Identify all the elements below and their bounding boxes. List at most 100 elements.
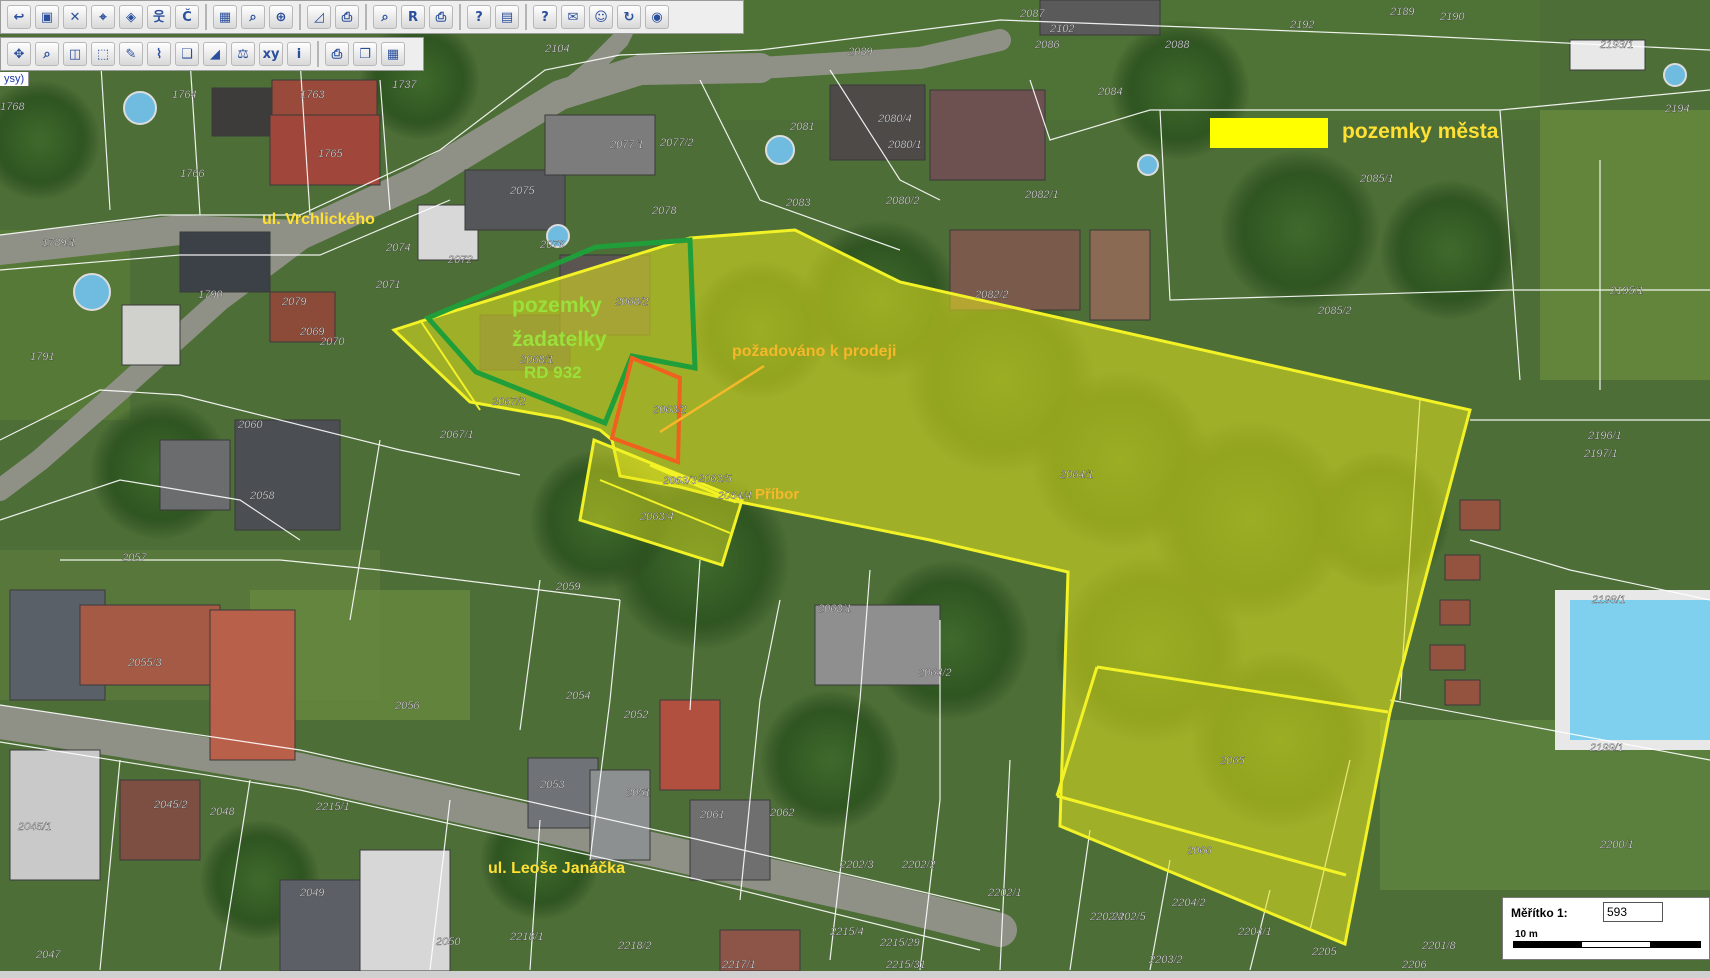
delete-map-button[interactable]: ✕: [63, 5, 87, 29]
town-label: Příbor: [755, 486, 799, 503]
parcel-number: 2215/1: [315, 801, 350, 813]
parcel-number: 2061: [699, 809, 724, 821]
copy-button[interactable]: ❐: [353, 42, 377, 66]
select-icon: ⬚: [96, 46, 110, 62]
parcel-number: 2063/2: [652, 404, 687, 416]
person-button[interactable]: 웃: [147, 5, 171, 29]
parcel-number: 2077/2: [659, 137, 694, 149]
parcel-number: 1790: [198, 289, 223, 301]
printer-button[interactable]: ⎙: [429, 5, 453, 29]
parcel-number: 2218/1: [509, 931, 544, 943]
zoom-button[interactable]: ⌕: [241, 5, 265, 29]
pencil-button[interactable]: ✎: [119, 42, 143, 66]
identify-icon: ⌖: [99, 9, 107, 25]
map-canvas[interactable]: pozemky města pozemky žadatelky RD 932 p…: [0, 0, 1710, 978]
mail-button[interactable]: ✉: [561, 5, 585, 29]
toolbar-separator: [365, 4, 367, 30]
rvo-button[interactable]: R: [401, 5, 425, 29]
parcel-number: 2215/4: [829, 926, 864, 938]
delete-map-icon: ✕: [69, 9, 81, 25]
info-button[interactable]: i: [287, 42, 311, 66]
printer-button[interactable]: ⎙: [325, 42, 349, 66]
eraser-icon: ◢: [210, 46, 220, 62]
zoom-select-button[interactable]: ◫: [63, 42, 87, 66]
scale-input[interactable]: [1603, 902, 1663, 922]
parcel-number: 2070: [319, 336, 345, 348]
back-button[interactable]: ↩: [7, 5, 31, 29]
scale-bar-label: 10 m: [1515, 929, 1538, 940]
parcel-number: 2102: [1049, 23, 1074, 35]
parcel-number: 2064/4: [717, 490, 752, 502]
parcel-number: 2074: [385, 242, 410, 254]
parcel-number: 2087: [1019, 8, 1045, 20]
report-button[interactable]: ?: [467, 5, 491, 29]
main-toolbar: ↩ ▣ ✕ ⌖ ◈ 웃 Č ▦ ⌕ ⊕ ◿ ⎙ ⌕ R ⎙? ▤? ✉ ☺ ↻ ◉: [0, 0, 744, 34]
parcel-number: 2196/1: [1587, 430, 1622, 442]
coordinates-button[interactable]: xy: [259, 42, 283, 66]
parcel-number: 2085/1: [1359, 173, 1394, 185]
parcel-info-icon: ▦: [218, 9, 232, 25]
select-button[interactable]: ⬚: [91, 42, 115, 66]
toolbar-separator: [299, 4, 301, 30]
rvo-icon: R: [407, 9, 418, 25]
zoom-plus-icon: ⊕: [275, 9, 287, 25]
parcel-number: 2080/2: [885, 195, 920, 207]
parcel-number: 2053: [539, 779, 565, 791]
parcel-number: 2192: [1289, 19, 1314, 31]
legend-button[interactable]: ▦: [381, 42, 405, 66]
parcel-number: 2083: [785, 197, 811, 209]
parcel-number: 2065: [1219, 755, 1245, 767]
globe-button[interactable]: ◉: [645, 5, 669, 29]
parcel-number: 2076: [539, 239, 565, 251]
identify-button[interactable]: ⌖: [91, 5, 115, 29]
person-icon: 웃: [153, 9, 165, 25]
printer-icon: ⎙: [435, 9, 447, 25]
edit-node-button[interactable]: ⌇: [147, 42, 171, 66]
parcel-number: 2057: [121, 552, 147, 564]
search-button[interactable]: ⌕: [373, 5, 397, 29]
parcel-number: 2086: [1034, 39, 1060, 51]
print-button[interactable]: ⎙: [335, 5, 359, 29]
parcel-number: 2060: [237, 419, 263, 431]
layer-tab[interactable]: ysy): [0, 72, 30, 86]
parcel-number: 2067/2: [491, 396, 526, 408]
parcel-number: 2062: [769, 807, 794, 819]
legend-swatch: [1210, 118, 1328, 148]
refresh-button[interactable]: ↻: [617, 5, 641, 29]
parcel-info-button[interactable]: ▦: [213, 5, 237, 29]
parcel-number: 2089: [847, 46, 872, 58]
parcel-number: 2067/1: [439, 429, 474, 441]
document-button[interactable]: ▤: [495, 5, 519, 29]
report-icon: ?: [475, 9, 483, 25]
zoom-plus-button[interactable]: ⊕: [269, 5, 293, 29]
parcel-number: 1768: [0, 101, 25, 113]
help-button[interactable]: ?: [533, 5, 557, 29]
parcel-number: 2215/29: [879, 937, 920, 949]
parcel-number: 2063/4: [639, 511, 674, 523]
street-label-janacka: ul. Leoše Janáčka: [488, 860, 625, 877]
measure-button[interactable]: ◿: [307, 5, 331, 29]
scale-button[interactable]: ⚖: [231, 42, 255, 66]
parcel-number: 2202/1: [987, 887, 1022, 899]
toolbar-separator: [317, 41, 319, 67]
parcel-number: 2064/2: [917, 667, 952, 679]
zoom-window-button[interactable]: ⌕: [35, 42, 59, 66]
printer-icon: ⎙: [331, 46, 343, 62]
parcel-number: 2068/1: [519, 354, 554, 366]
save-button[interactable]: ▣: [35, 5, 59, 29]
parcel-number: 2203/2: [1148, 954, 1183, 966]
eraser-button[interactable]: ◢: [203, 42, 227, 66]
parcel-number: 2075: [509, 185, 535, 197]
layers-button[interactable]: ❑: [175, 42, 199, 66]
cadastral-number-button[interactable]: Č: [175, 5, 199, 29]
coordinates-icon: xy: [262, 46, 280, 62]
scale-label: Měřítko 1:: [1511, 906, 1568, 920]
save-icon: ▣: [40, 9, 54, 25]
edit-node-icon: ⌇: [155, 46, 163, 62]
user-button[interactable]: ☺: [589, 5, 613, 29]
parcel-number: 2189: [1389, 6, 1414, 18]
pin-button[interactable]: ◈: [119, 5, 143, 29]
navigate-button[interactable]: ✥: [7, 42, 31, 66]
pencil-icon: ✎: [125, 46, 137, 62]
document-icon: ▤: [500, 9, 514, 25]
